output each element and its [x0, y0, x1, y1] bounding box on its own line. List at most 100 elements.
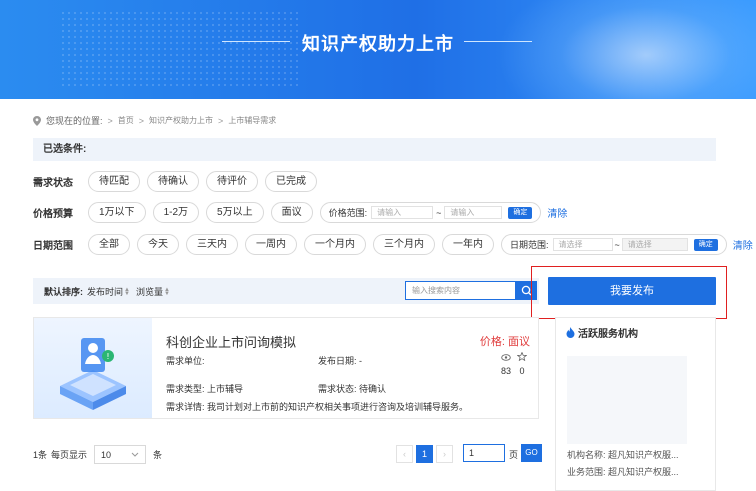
org-name-line[interactable]: 机构名称: 超凡知识产权服... — [567, 448, 679, 461]
budget-option-10k-20k[interactable]: 1-2万 — [152, 202, 200, 223]
date-option-year[interactable]: 一年内 — [442, 234, 494, 255]
budget-option-over-50k[interactable]: 5万以上 — [206, 202, 264, 223]
per-page-select[interactable]: 10 — [94, 445, 147, 464]
date-start-input[interactable]: 请选择 — [552, 238, 613, 251]
likes-count: 0 — [519, 366, 525, 376]
page-title: 知识产权助力上市 — [302, 34, 454, 54]
listing-price: 价格: 面议 — [479, 336, 530, 348]
unit-label: 需求单位: — [166, 356, 205, 366]
views-count: 83 — [500, 366, 511, 376]
date-option-today[interactable]: 今天 — [137, 234, 179, 255]
price-confirm-button[interactable]: 确定 — [508, 206, 533, 219]
date-option-3months[interactable]: 三个月内 — [373, 234, 435, 255]
views-icon — [499, 353, 513, 363]
type-value: 上市辅导 — [207, 384, 244, 394]
breadcrumb-separator: > — [218, 115, 224, 126]
budget-option-under-10k[interactable]: 1万以下 — [88, 202, 146, 223]
type-label: 需求类型: — [166, 384, 205, 394]
date-start-placeholder: 请选择 — [558, 240, 583, 249]
sort-by-views[interactable]: 浏览量▲ ▼ — [136, 285, 170, 298]
budget-filter-row: 价格预算 1万以下 1-2万 5万以上 面议 价格范围: 请输入 ~ 请输入 确… — [33, 202, 567, 223]
status-option-pending-match[interactable]: 待匹配 — [88, 171, 140, 192]
total-count: 1条 — [33, 450, 48, 460]
sort-arrows-icon: ▲ ▼ — [124, 287, 130, 298]
date-range-label: 日期范围: — [510, 240, 549, 250]
publish-button[interactable]: 我要发布 — [548, 277, 716, 305]
prev-page-button[interactable]: ‹ — [396, 445, 413, 463]
detail-value: 我司计划对上市前的知识产权相关事项进行咨询及培训辅导服务。 — [207, 402, 469, 412]
date-clear-link[interactable]: 清除 — [733, 237, 753, 252]
breadcrumb-home[interactable]: 首页 — [118, 115, 134, 126]
date-option-week[interactable]: 一周内 — [245, 234, 297, 255]
status-option-completed[interactable]: 已完成 — [265, 171, 317, 192]
service-illustration-icon: ! — [60, 338, 126, 410]
org-scope-value: 超凡知识产权服... — [608, 467, 679, 477]
detail-label: 需求详情: — [166, 402, 205, 412]
date-option-3days[interactable]: 三天内 — [186, 234, 238, 255]
org-name-value: 超凡知识产权服... — [608, 450, 679, 460]
status-value: 待确认 — [359, 384, 387, 394]
date-end-input[interactable]: 请选择 — [621, 238, 688, 251]
hero-banner: 知识产权助力上市 — [0, 0, 756, 99]
breadcrumb: 您现在的位置: > 首页 > 知识产权助力上市 > 上市辅导需求 — [33, 114, 276, 127]
date-value: - — [359, 356, 363, 366]
location-pin-icon — [33, 115, 41, 126]
price-max-input[interactable]: 请输入 — [444, 206, 503, 219]
budget-option-negotiable[interactable]: 面议 — [270, 202, 313, 223]
price-min-input[interactable]: 请输入 — [371, 206, 434, 219]
budget-filter-label: 价格预算 — [33, 209, 73, 220]
listing-detail: 需求详情: 我司计划对上市前的知识产权相关事项进行咨询及培训辅导服务。 — [166, 400, 468, 413]
date-option-month[interactable]: 一个月内 — [304, 234, 366, 255]
per-page-value: 10 — [101, 449, 112, 460]
org-logo-image[interactable] — [567, 356, 687, 444]
per-page-unit: 条 — [153, 450, 163, 460]
sort-label: 默认排序: — [44, 286, 83, 297]
sort-by-views-label: 浏览量 — [135, 286, 163, 297]
date-label: 发布日期: — [318, 356, 357, 366]
status-option-pending-confirm[interactable]: 待确认 — [147, 171, 199, 192]
listing-unit: 需求单位: — [166, 354, 205, 367]
date-range-box: 日期范围: 请选择 ~ 请选择 确定 — [501, 234, 727, 255]
listing-status: 需求状态: 待确认 — [318, 382, 386, 395]
sort-arrows-icon: ▲ ▼ — [163, 287, 170, 298]
goto-page-input[interactable]: 1 — [463, 444, 505, 462]
page-unit: 页 — [509, 450, 519, 460]
org-name-label: 机构名称: — [567, 450, 606, 460]
pagination-info: 1条 每页显示 10 条 — [33, 445, 162, 464]
breadcrumb-prefix: 您现在的位置: — [46, 116, 103, 126]
next-page-button[interactable]: › — [436, 445, 453, 463]
breadcrumb-separator: > — [138, 115, 145, 126]
date-option-all[interactable]: 全部 — [88, 234, 130, 255]
flame-icon — [566, 327, 575, 338]
org-scope-label: 业务范围: — [567, 467, 606, 477]
selected-conditions-label: 已选条件: — [43, 144, 87, 155]
date-filter-label: 日期范围 — [33, 241, 73, 252]
listing-title[interactable]: 科创企业上市问询模拟 — [166, 332, 296, 351]
listing-card[interactable]: ! 科创企业上市问询模拟 价格: 面议 需求单位: 发布日期: - 83 0 需… — [33, 317, 539, 419]
org-scope-line: 业务范围: 超凡知识产权服... — [567, 465, 679, 478]
active-orgs-header: 活跃服务机构 — [566, 325, 638, 340]
sort-by-time[interactable]: 发布时间▲ ▼ — [87, 285, 130, 298]
range-tilde: ~ — [436, 207, 442, 218]
chevron-down-icon — [131, 452, 139, 457]
listing-thumbnail: ! — [34, 318, 152, 418]
price-clear-link[interactable]: 清除 — [547, 205, 567, 220]
active-orgs-title: 活跃服务机构 — [578, 329, 638, 340]
price-range-label: 价格范围: — [328, 208, 368, 218]
breadcrumb-current: 上市辅导需求 — [228, 116, 277, 125]
status-filter-row: 需求状态 待匹配 待确认 待评价 已完成 — [33, 171, 324, 192]
status-option-pending-review[interactable]: 待评价 — [206, 171, 258, 192]
search-input[interactable]: 输入搜索内容 — [405, 281, 516, 300]
selected-conditions-bar: 已选条件: — [33, 138, 716, 161]
price-range-box: 价格范围: 请输入 ~ 请输入 确定 — [319, 202, 542, 223]
go-button[interactable]: GO — [521, 444, 542, 462]
breadcrumb-section[interactable]: 知识产权助力上市 — [149, 115, 213, 126]
range-tilde: ~ — [614, 239, 620, 250]
listing-date: 发布日期: - — [318, 354, 362, 367]
svg-text:!: ! — [106, 352, 109, 361]
date-filter-row: 日期范围 全部 今天 三天内 一周内 一个月内 三个月内 一年内 日期范围: 请… — [33, 234, 753, 255]
breadcrumb-separator: > — [107, 115, 113, 126]
page-number[interactable]: 1 — [416, 445, 433, 463]
like-icon[interactable] — [515, 351, 529, 363]
date-confirm-button[interactable]: 确定 — [693, 238, 718, 251]
